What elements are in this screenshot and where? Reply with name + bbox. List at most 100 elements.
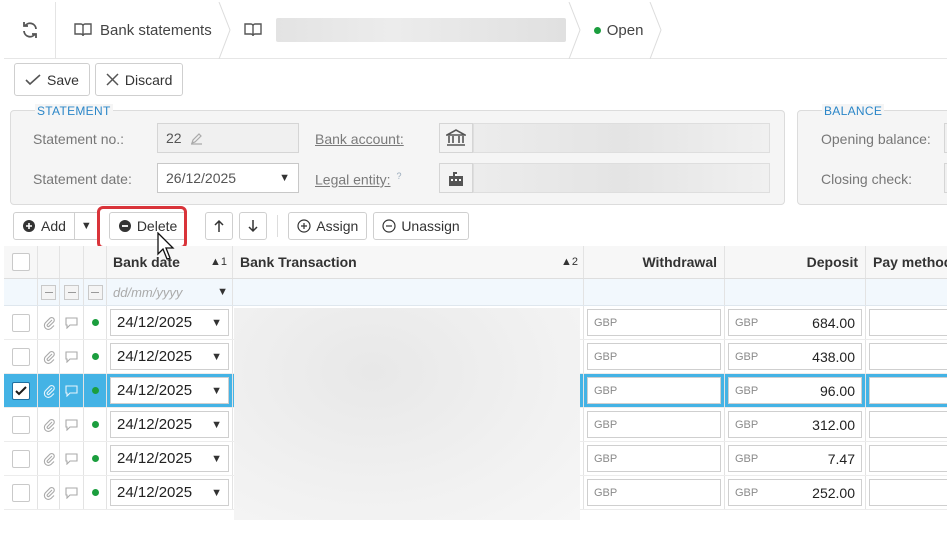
bank-transaction-header-label: Bank Transaction — [240, 254, 357, 270]
row-date-cell: 24/12/2025 ▼ — [107, 476, 233, 509]
bank-date-input[interactable]: 24/12/2025 ▼ — [110, 479, 229, 506]
deposit-input[interactable]: GBP 684.00 — [728, 309, 862, 336]
withdrawal-input[interactable]: GBP — [587, 445, 721, 472]
deposit-input[interactable]: GBP 7.47 — [728, 445, 862, 472]
currency-code: GBP — [735, 486, 759, 499]
status-dot — [91, 319, 99, 326]
deposit-input[interactable]: GBP 252.00 — [728, 479, 862, 506]
note-filter-toggle[interactable] — [64, 284, 79, 300]
row-attach-cell — [38, 476, 60, 509]
breadcrumb-statement[interactable] — [226, 1, 581, 59]
row-checkbox[interactable] — [11, 347, 30, 366]
dropdown-arrow-icon[interactable]: ▼ — [211, 487, 222, 499]
save-button[interactable]: Save — [14, 63, 90, 96]
refresh-button[interactable] — [4, 1, 56, 59]
bank-date-input[interactable]: 24/12/2025 ▼ — [110, 343, 229, 370]
comment-icon[interactable] — [65, 418, 78, 431]
statement-date-field[interactable]: 26/12/2025 ▼ — [157, 163, 299, 193]
add-button[interactable]: Add — [13, 212, 75, 240]
add-dropdown-button[interactable]: ▼ — [74, 212, 99, 240]
bank-date-input[interactable]: 24/12/2025 ▼ — [110, 377, 229, 404]
withdrawal-filter[interactable] — [584, 279, 725, 305]
deposit-input[interactable]: GBP 312.00 — [728, 411, 862, 438]
header-withdrawal[interactable]: Withdrawal — [584, 246, 725, 278]
dropdown-arrow-icon[interactable]: ▼ — [211, 317, 222, 329]
dropdown-arrow-icon[interactable]: ▼ — [279, 172, 290, 184]
row-attach-cell — [38, 374, 60, 407]
bank-account-lookup[interactable] — [439, 123, 473, 153]
bank-date-input[interactable]: 24/12/2025 ▼ — [110, 309, 229, 336]
dropdown-arrow-icon[interactable]: ▼ — [217, 286, 228, 298]
withdrawal-input[interactable]: GBP — [587, 309, 721, 336]
bank-date-input[interactable]: 24/12/2025 ▼ — [110, 445, 229, 472]
dropdown-arrow-icon[interactable]: ▼ — [211, 453, 222, 465]
withdrawal-input[interactable]: GBP — [587, 377, 721, 404]
row-date-cell: 24/12/2025 ▼ — [107, 374, 233, 407]
withdrawal-input[interactable]: GBP — [587, 411, 721, 438]
pay-method-input[interactable] — [869, 445, 947, 472]
paperclip-icon[interactable] — [43, 350, 55, 364]
paperclip-icon[interactable] — [43, 316, 55, 330]
dropdown-arrow-icon[interactable]: ▼ — [211, 385, 222, 397]
header-bank-transaction[interactable]: Bank Transaction ▲2 — [233, 246, 584, 278]
dropdown-arrow-icon[interactable]: ▼ — [211, 351, 222, 363]
row-note-cell — [60, 408, 84, 441]
comment-icon[interactable] — [65, 486, 78, 499]
statement-no-value: 22 — [166, 130, 182, 146]
deposit-input[interactable]: GBP 96.00 — [728, 377, 862, 404]
pay-method-input[interactable] — [869, 411, 947, 438]
bank-date-value: 24/12/2025 — [117, 450, 193, 467]
row-checkbox[interactable] — [11, 449, 30, 468]
bank-date-filter[interactable]: dd/mm/yyyy ▼ — [107, 279, 233, 305]
comment-icon[interactable] — [65, 350, 78, 363]
header-deposit[interactable]: Deposit — [725, 246, 866, 278]
currency-code: GBP — [594, 316, 618, 329]
row-note-cell — [60, 476, 84, 509]
status-dot — [91, 353, 99, 360]
row-checkbox[interactable] — [11, 483, 30, 502]
pay-method-input[interactable] — [869, 479, 947, 506]
pay-method-filter[interactable] — [866, 279, 947, 305]
row-deposit-cell: GBP 252.00 — [725, 476, 866, 509]
assign-button[interactable]: Assign — [288, 212, 368, 240]
legal-entity-lookup[interactable] — [439, 163, 473, 193]
deposit-input[interactable]: GBP 438.00 — [728, 343, 862, 370]
row-pay-method-cell — [866, 442, 947, 475]
comment-icon[interactable] — [65, 316, 78, 329]
move-down-button[interactable] — [239, 212, 268, 240]
row-attach-cell — [38, 340, 60, 373]
comment-icon[interactable] — [65, 384, 78, 397]
paperclip-icon[interactable] — [43, 418, 55, 432]
bank-account-link[interactable]: Bank account: — [315, 131, 404, 147]
paperclip-icon[interactable] — [43, 486, 55, 500]
legal-entity-link[interactable]: Legal entity:? — [315, 171, 402, 188]
row-pay-method-cell — [866, 340, 947, 373]
breadcrumb-bank-statements[interactable]: Bank statements — [56, 1, 231, 59]
row-select-cell — [4, 374, 38, 407]
paperclip-icon[interactable] — [43, 452, 55, 466]
dropdown-arrow-icon[interactable]: ▼ — [211, 419, 222, 431]
currency-code: GBP — [594, 350, 618, 363]
status-filter-toggle[interactable] — [87, 284, 103, 300]
paperclip-icon[interactable] — [43, 384, 55, 398]
withdrawal-input[interactable]: GBP — [587, 343, 721, 370]
pay-method-input[interactable] — [869, 377, 947, 404]
unassign-button[interactable]: Unassign — [373, 212, 469, 240]
deposit-filter[interactable] — [725, 279, 866, 305]
currency-code: GBP — [735, 316, 759, 329]
pay-method-input[interactable] — [869, 309, 947, 336]
bank-transaction-filter[interactable] — [233, 279, 584, 305]
discard-button[interactable]: Discard — [94, 63, 184, 96]
attach-filter-toggle[interactable] — [41, 284, 56, 300]
row-checkbox[interactable] — [11, 313, 30, 332]
header-pay-method[interactable]: Pay method — [866, 246, 947, 278]
row-checkbox[interactable] — [11, 415, 30, 434]
row-checkbox[interactable] — [11, 381, 30, 400]
move-up-button[interactable] — [205, 212, 234, 240]
section-balance: BALANCE — [822, 104, 885, 118]
withdrawal-input[interactable]: GBP — [587, 479, 721, 506]
select-all-checkbox[interactable] — [11, 253, 30, 271]
bank-date-input[interactable]: 24/12/2025 ▼ — [110, 411, 229, 438]
comment-icon[interactable] — [65, 452, 78, 465]
pay-method-input[interactable] — [869, 343, 947, 370]
